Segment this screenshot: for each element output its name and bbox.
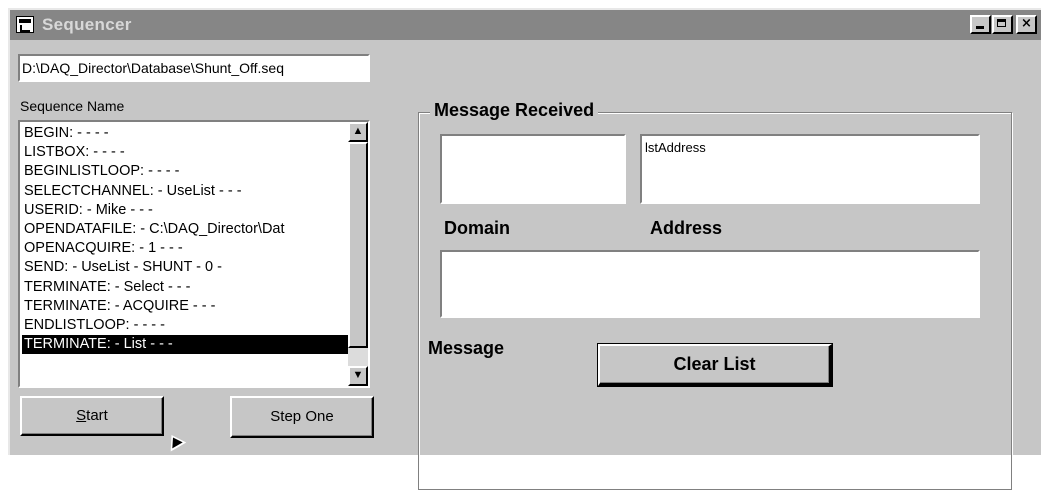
title-bar[interactable]: Sequencer ×: [10, 10, 1041, 40]
start-label: tart: [86, 407, 108, 424]
domain-label: Domain: [444, 218, 511, 238]
sequence-list-item[interactable]: OPENACQUIRE: - 1 - - -: [22, 239, 348, 258]
sequence-list-item[interactable]: TERMINATE: - Select - - -: [22, 278, 348, 297]
maximize-button[interactable]: [992, 15, 1013, 34]
window-title: Sequencer: [42, 15, 132, 34]
sequence-list-item[interactable]: OPENDATAFILE: - C:\DAQ_Director\Dat: [22, 220, 348, 239]
scroll-down-icon[interactable]: ▼: [348, 366, 368, 386]
sequence-list-item[interactable]: SELECTCHANNEL: - UseList - - -: [22, 182, 348, 201]
sequence-name-label: Sequence Name: [20, 98, 125, 114]
message-field[interactable]: [440, 250, 980, 318]
sequence-list-item[interactable]: SEND: - UseList - SHUNT - 0 -: [22, 258, 348, 277]
file-path-field[interactable]: D:\DAQ_Director\Database\Shunt_Off.seq: [18, 54, 370, 82]
scroll-up-icon[interactable]: ▲: [348, 122, 368, 142]
vertical-scrollbar[interactable]: ▲ ▼: [348, 122, 368, 386]
close-button[interactable]: ×: [1016, 15, 1037, 34]
step-one-button[interactable]: Step One: [230, 396, 374, 438]
address-label: Address: [650, 218, 723, 238]
sequence-list[interactable]: BEGIN: - - - - LISTBOX: - - - - BEGINLISTL…: [22, 124, 348, 355]
sequence-list-item[interactable]: ENDLISTLOOP: - - - -: [22, 316, 348, 335]
start-button[interactable]: Start: [20, 396, 164, 436]
domain-field[interactable]: [440, 134, 626, 204]
minimize-button[interactable]: [970, 15, 991, 34]
address-field[interactable]: lstAddress: [640, 134, 980, 204]
message-label: Message: [428, 338, 505, 358]
sequence-listbox[interactable]: BEGIN: - - - - LISTBOX: - - - - BEGINLISTL…: [18, 120, 370, 388]
scrollbar-thumb[interactable]: [348, 142, 368, 348]
app-window-icon[interactable]: [16, 16, 34, 33]
clear-list-button[interactable]: Clear List: [597, 343, 833, 387]
start-accelerator: S: [76, 407, 87, 424]
sequence-list-item[interactable]: TERMINATE: - ACQUIRE - - -: [22, 297, 348, 316]
sequence-list-item[interactable]: BEGINLISTLOOP: - - - -: [22, 162, 348, 181]
sequence-list-item[interactable]: TERMINATE: - List - - -: [22, 335, 348, 355]
sequence-list-item[interactable]: USERID: - Mike - - -: [22, 201, 348, 220]
sequence-list-item[interactable]: BEGIN: - - - -: [22, 124, 348, 143]
message-received-title: Message Received: [430, 100, 599, 121]
sequence-list-item[interactable]: LISTBOX: - - - -: [22, 143, 348, 162]
